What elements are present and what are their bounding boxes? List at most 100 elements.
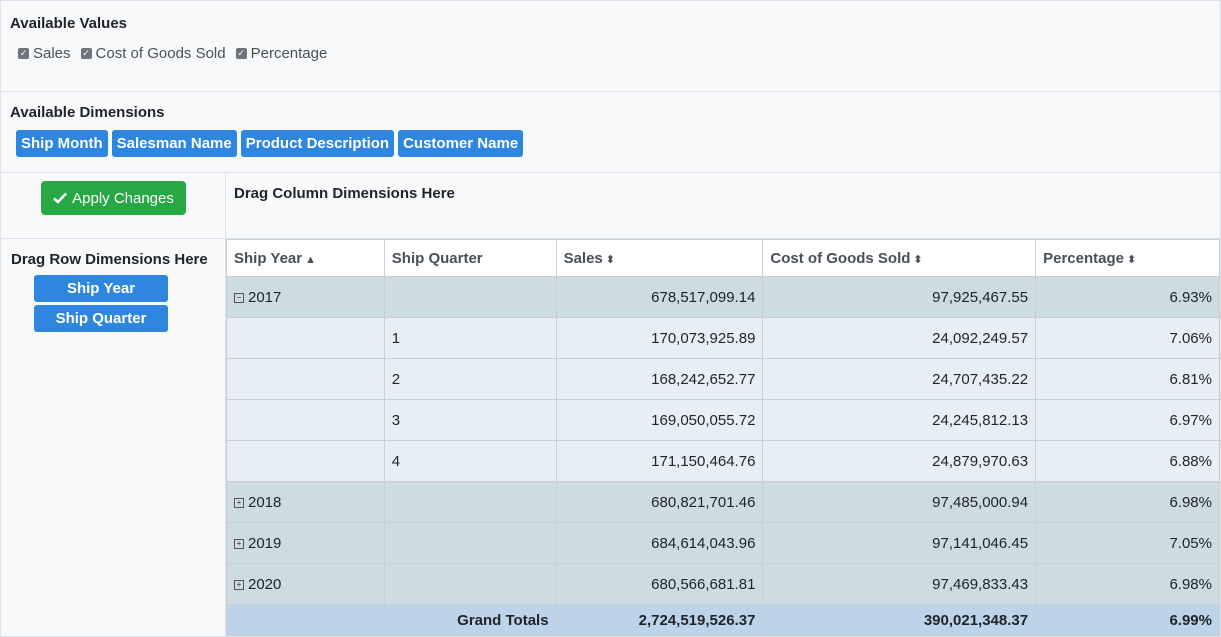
grand-totals-row: Grand Totals 2,724,519,526.37 390,021,34… [226, 604, 1220, 636]
percentage-cell: 6.98% [1035, 563, 1220, 605]
column-header-ship-quarter: Ship Quarter [383, 239, 557, 277]
cogs-cell: 97,141,046.45 [762, 522, 1037, 564]
cogs-cell: 97,469,833.43 [762, 563, 1037, 605]
sales-cell: 169,050,055.72 [555, 399, 764, 441]
table-row: 4 171,150,464.76 24,879,970.63 6.88% [226, 440, 1220, 482]
percentage-cell: 7.05% [1035, 522, 1220, 564]
row-dimensions-panel: Apply Changes Drag Row Dimensions Here S… [1, 173, 226, 636]
cogs-total-cell: 390,021,348.37 [762, 604, 1037, 636]
quarter-cell [383, 522, 557, 564]
year-cell [226, 399, 385, 441]
table-row: +2019 684,614,043.96 97,141,046.45 7.05% [226, 522, 1220, 564]
cogs-cell: 97,925,467.55 [762, 276, 1037, 318]
sort-icon[interactable]: ⬍ [913, 254, 922, 266]
value-checkbox-percentage[interactable]: ✓ Percentage [235, 45, 328, 62]
checkbox-checked-icon[interactable]: ✓ [18, 48, 29, 59]
percentage-total-cell: 6.99% [1035, 604, 1220, 636]
sales-cell: 170,073,925.89 [555, 317, 764, 359]
year-cell: −2017 [226, 276, 385, 318]
dimension-chip-product-description[interactable]: Product Description [240, 130, 395, 157]
quarter-cell [383, 276, 557, 318]
quarter-cell: 3 [383, 399, 557, 441]
expand-icon[interactable]: + [234, 538, 244, 549]
available-values-title: Available Values [10, 15, 128, 32]
checkbox-checked-icon[interactable]: ✓ [80, 48, 92, 59]
sales-cell: 680,821,701.46 [555, 481, 764, 523]
row-dimension-chip-ship-year[interactable]: Ship Year [34, 275, 168, 302]
year-cell [226, 317, 385, 359]
apply-changes-button[interactable]: Apply Changes [41, 181, 186, 215]
check-icon [53, 192, 68, 204]
quarter-cell: 4 [383, 440, 557, 482]
year-cell [226, 440, 385, 482]
percentage-cell: 6.97% [1035, 399, 1220, 441]
column-drop-zone-title: Drag Column Dimensions Here [234, 185, 455, 202]
column-header-ship-year[interactable]: Ship Year ▲ [226, 239, 385, 277]
column-header-label: Cost of Goods Sold [770, 249, 911, 267]
checkbox-checked-icon[interactable]: ✓ [235, 48, 247, 59]
apply-changes-label: Apply Changes [72, 189, 174, 207]
value-checkbox-list: ✓ Sales ✓ Cost of Goods Sold ✓ Percentag… [18, 45, 327, 62]
sales-cell: 678,517,099.14 [555, 276, 764, 318]
year-value: 2019 [248, 534, 282, 552]
sort-ascending-icon[interactable]: ▲ [305, 254, 316, 266]
year-cell: +2018 [226, 481, 385, 523]
table-row: −2017 678,517,099.14 97,925,467.55 6.93% [226, 276, 1220, 318]
percentage-cell: 6.88% [1035, 440, 1220, 482]
collapse-icon[interactable]: − [234, 292, 244, 303]
percentage-cell: 6.93% [1035, 276, 1220, 318]
column-header-label: Ship Year [234, 249, 303, 267]
cogs-cell: 24,879,970.63 [762, 440, 1037, 482]
quarter-cell: 1 [383, 317, 557, 359]
value-checkbox-cogs[interactable]: ✓ Cost of Goods Sold [80, 45, 226, 62]
cogs-cell: 24,092,249.57 [762, 317, 1037, 359]
sort-icon[interactable]: ⬍ [1127, 254, 1136, 266]
percentage-cell: 7.06% [1035, 317, 1220, 359]
value-checkbox-sales[interactable]: ✓ Sales [18, 45, 71, 62]
year-cell: +2020 [226, 563, 385, 605]
column-header-sales[interactable]: Sales ⬍ [555, 239, 764, 277]
percentage-cell: 6.81% [1035, 358, 1220, 400]
value-checkbox-label: Cost of Goods Sold [95, 45, 226, 62]
table-row: 2 168,242,652.77 24,707,435.22 6.81% [226, 358, 1220, 400]
quarter-cell: 2 [383, 358, 557, 400]
quarter-cell [383, 563, 557, 605]
table-row: 1 170,073,925.89 24,092,249.57 7.06% [226, 317, 1220, 359]
column-header-cogs[interactable]: Cost of Goods Sold ⬍ [762, 239, 1037, 277]
sales-cell: 171,150,464.76 [555, 440, 764, 482]
row-drop-zone-title: Drag Row Dimensions Here [11, 251, 208, 268]
pivot-grid: Available Values ✓ Sales ✓ Cost of Goods… [0, 0, 1221, 637]
dimension-chip-ship-month[interactable]: Ship Month [16, 130, 108, 157]
available-values-section: Available Values ✓ Sales ✓ Cost of Goods… [1, 1, 1220, 92]
sort-icon[interactable]: ⬍ [606, 254, 615, 266]
year-value: 2020 [248, 575, 282, 593]
cogs-cell: 97,485,000.94 [762, 481, 1037, 523]
value-checkbox-label: Percentage [250, 45, 328, 62]
table-header-row: Ship Year ▲ Ship Quarter Sales ⬍ Cost of G… [226, 239, 1220, 277]
year-value: 2018 [248, 493, 282, 511]
year-cell: +2019 [226, 522, 385, 564]
table-row: 3 169,050,055.72 24,245,812.13 6.97% [226, 399, 1220, 441]
column-header-label: Ship Quarter [391, 249, 483, 267]
year-cell [226, 358, 385, 400]
value-checkbox-label: Sales [33, 45, 71, 62]
row-dimension-chip-ship-quarter[interactable]: Ship Quarter [34, 305, 168, 332]
dimension-chip-customer-name[interactable]: Customer Name [398, 130, 524, 157]
expand-icon[interactable]: + [234, 579, 244, 590]
expand-icon[interactable]: + [234, 497, 244, 508]
dimension-chip-list: Ship Month Salesman Name Product Descrip… [16, 130, 524, 157]
percentage-cell: 6.98% [1035, 481, 1220, 523]
grand-totals-label: Grand Totals [226, 604, 557, 636]
quarter-cell [383, 481, 557, 523]
cogs-cell: 24,707,435.22 [762, 358, 1037, 400]
column-drop-zone[interactable]: Drag Column Dimensions Here [226, 173, 1220, 239]
table-row: +2020 680,566,681.81 97,469,833.43 6.98% [226, 563, 1220, 605]
column-header-percentage[interactable]: Percentage ⬍ [1035, 239, 1220, 277]
table-row: +2018 680,821,701.46 97,485,000.94 6.98% [226, 481, 1220, 523]
year-value: 2017 [248, 288, 282, 306]
column-header-label: Percentage [1043, 249, 1124, 267]
available-dimensions-section: Available Dimensions Ship Month Salesman… [1, 92, 1220, 173]
dimension-chip-salesman-name[interactable]: Salesman Name [111, 130, 237, 157]
pivot-table: Ship Year ▲ Ship Quarter Sales ⬍ Cost of G… [226, 239, 1220, 636]
cogs-cell: 24,245,812.13 [762, 399, 1037, 441]
